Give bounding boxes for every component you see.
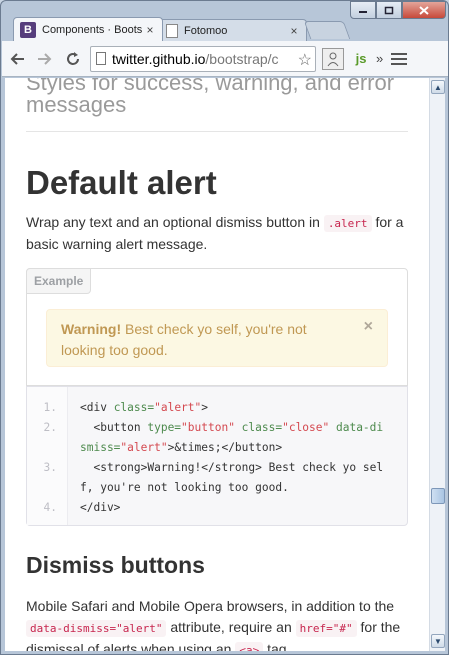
page-icon [96,52,106,65]
code-line: </div> [80,501,121,514]
page-favicon-icon [166,23,178,38]
extension-person-icon[interactable] [322,47,344,70]
tab-title: Fotomoo [184,24,228,37]
inline-code: .alert [323,215,372,232]
bootstrap-favicon-icon: B [20,21,36,38]
inline-code: data-dismiss="alert" [26,620,167,637]
url-path: /bootstrap/c [205,50,279,67]
browser-toolbar: twitter.github.io/bootstrap/c ☆ js » [2,41,448,77]
para-text: tag. [263,641,291,651]
code-line: f, you're not looking too good. [80,481,289,494]
page-title: Default alert [26,164,217,201]
tab-title: Components · Boots [42,23,142,36]
url-host: twitter.github.io [112,50,206,67]
reload-icon [67,51,79,65]
address-bar[interactable]: twitter.github.io/bootstrap/c ☆ [90,45,316,72]
dismiss-paragraph: Mobile Safari and Mobile Opera browsers,… [26,596,408,651]
tab-close-icon[interactable]: × [286,24,302,38]
close-icon [419,5,429,15]
intro-text: Wrap any text and an optional dismiss bu… [26,214,324,230]
previous-section-heading: Styles for success, warning, and error m… [26,78,395,117]
line-number: 1. [43,401,57,414]
back-button[interactable] [4,46,30,72]
tab-strip: B Components · Boots × Fotomoo × [1,1,449,41]
minimize-icon [359,11,367,13]
para-text: Mobile Safari and Mobile Opera browsers,… [26,598,395,614]
person-icon [327,52,339,66]
line-number: 4. [43,501,57,514]
code-lines: <div class="alert"> <button type="button… [80,398,383,518]
scrollbar-thumb[interactable] [431,488,445,504]
line-number: 3. [43,461,57,474]
code-snippet: 1. 2. 3. 4. <div class="alert"> <button … [26,386,408,526]
tab-fotomoo[interactable]: Fotomoo × [159,19,307,41]
alert-strong: Warning! [61,321,122,337]
scroll-up-icon[interactable]: ▲ [431,80,445,94]
warning-alert: Warning! Best check yo self, you're not … [46,309,388,367]
extension-js-icon[interactable]: js [350,48,372,70]
para-text: attribute, require an [166,619,296,635]
example-label: Example [26,268,92,294]
bookmark-star-icon[interactable]: ☆ [295,49,312,70]
extensions-overflow-icon[interactable]: » [376,51,383,66]
window-controls [350,1,446,19]
code-line: <div class="alert"> [80,401,209,414]
restore-icon [384,6,394,14]
inline-code: href="#" [295,620,357,637]
reload-button[interactable] [60,46,86,72]
code-line: smiss="alert">&times;</button> [80,441,283,454]
alert-close-icon[interactable]: × [364,316,373,337]
line-number: 2. [43,421,57,434]
code-line: <button type="button" class="close" data… [80,421,384,434]
scroll-down-icon[interactable]: ▼ [431,634,445,648]
section-divider [26,131,408,132]
chrome-menu-icon[interactable] [391,52,408,65]
tab-components[interactable]: B Components · Boots × [13,17,163,41]
arrow-left-icon [10,52,24,65]
page-viewport: Styles for success, warning, and error m… [5,78,432,651]
intro-paragraph: Wrap any text and an optional dismiss bu… [26,212,408,255]
example-box: Example Warning! Best check yo self, you… [26,268,408,386]
tab-close-icon[interactable]: × [142,23,158,37]
line-number-gutter: 1. 2. 3. 4. [27,387,68,525]
restore-button[interactable] [376,1,402,19]
browser-window: B Components · Boots × Fotomoo × twitter… [0,0,449,655]
vertical-scrollbar[interactable]: ▲ ▼ [429,78,445,651]
arrow-right-icon [38,52,52,65]
forward-button[interactable] [32,46,58,72]
new-tab-button[interactable] [303,21,351,39]
minimize-button[interactable] [350,1,376,19]
code-line: <strong>Warning!</strong> Best check yo … [80,461,384,474]
section-heading: Dismiss buttons [26,552,205,578]
inline-code: <a> [235,642,264,651]
close-window-button[interactable] [402,1,446,19]
